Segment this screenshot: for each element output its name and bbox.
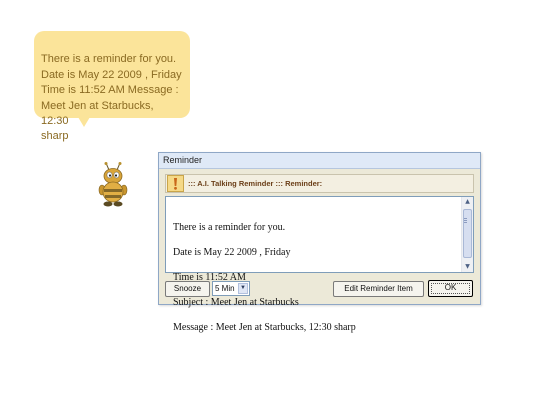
dropdown-arrow-icon[interactable]: ▼ [238, 283, 248, 294]
speech-bubble: There is a reminder for you. Date is May… [34, 31, 190, 142]
speech-bubble-text: There is a reminder for you. Date is May… [41, 53, 182, 143]
message-textarea[interactable]: There is a reminder for you. Date is May… [165, 196, 474, 333]
exclamation-icon [167, 175, 184, 192]
message-text: There is a reminder for you. Date is May… [173, 209, 459, 348]
scrollbar-thumb[interactable] [463, 209, 472, 258]
message-line: Subject : Meet Jen at Starbucks [173, 297, 299, 309]
scroll-up-icon[interactable]: ▲ [462, 197, 473, 207]
snooze-duration-value: 5 Min [215, 284, 235, 293]
vertical-scrollbar[interactable]: ▲ ▼ [461, 197, 473, 272]
window-titlebar[interactable]: Reminder [159, 153, 480, 169]
snooze-duration-select[interactable]: 5 Min ▼ [212, 281, 250, 296]
reminder-window: Reminder ::: A.I. Talking Reminder ::: R… [158, 152, 481, 333]
snooze-button[interactable]: Snooze [165, 281, 210, 297]
message-line: Message : Meet Jen at Starbucks, 12:30 s… [173, 322, 356, 334]
bee-character-icon[interactable] [96, 162, 130, 208]
window-title: Reminder [163, 155, 203, 165]
reminder-header: ::: A.I. Talking Reminder ::: Reminder: [165, 174, 474, 193]
message-line: There is a reminder for you. [173, 221, 286, 233]
scrollbar-grip-icon [464, 218, 467, 219]
scroll-down-icon[interactable]: ▼ [462, 262, 473, 272]
reminder-header-title: ::: A.I. Talking Reminder ::: Reminder: [188, 179, 323, 188]
message-line: Date is May 22 2009 , Friday [173, 246, 291, 258]
edit-reminder-button[interactable]: Edit Reminder Item [333, 281, 424, 297]
speech-bubble-tail [78, 117, 90, 127]
ok-button[interactable]: OK [428, 280, 473, 297]
